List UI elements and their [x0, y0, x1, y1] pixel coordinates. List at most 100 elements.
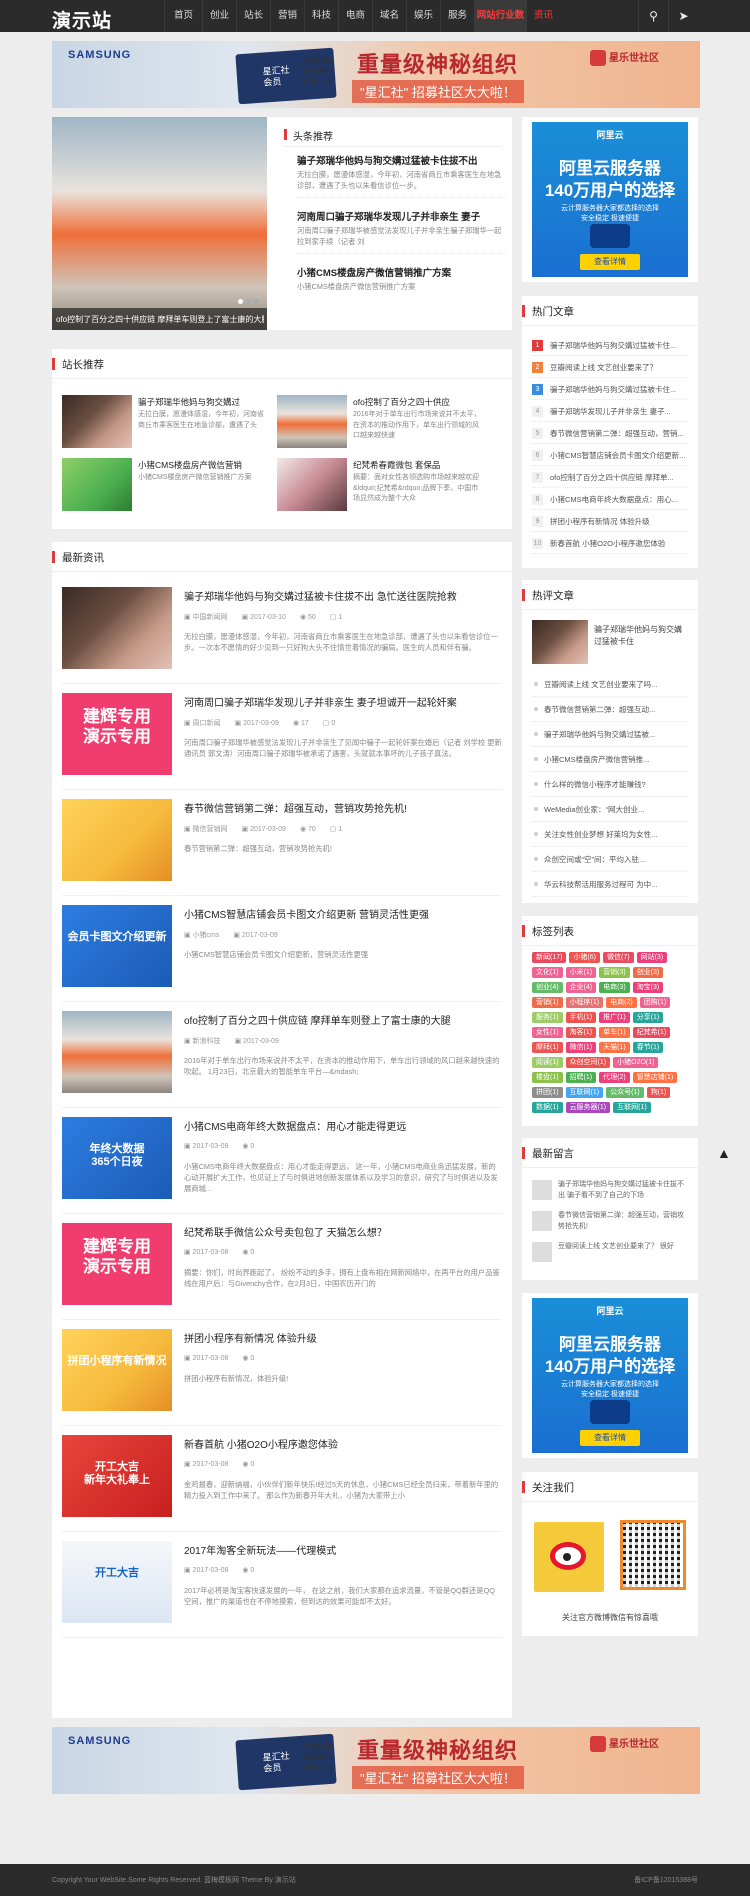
tag[interactable]: 营销(3): [599, 967, 630, 978]
webmaster-thumb[interactable]: [62, 458, 132, 511]
hot-item[interactable]: 7 ofo控制了百分之四十供应链 摩拜单...: [532, 466, 688, 488]
news-title[interactable]: 春节微信营销第二弹：超强互动，营销攻势抢先机!: [184, 800, 502, 815]
tag[interactable]: 代理(2): [599, 1072, 630, 1083]
hot-title[interactable]: 骗子郑瑞华他妈与狗交媾过猛被卡住...: [550, 384, 700, 395]
news-title[interactable]: 新春首航 小猪O2O小程序邀您体验: [184, 1436, 502, 1451]
message-text[interactable]: 豆瓣阅读上线 文艺创业要来了？ 很好: [558, 1241, 688, 1265]
message-text[interactable]: 骗子郑瑞华他妈与狗交媾过猛被卡住拔不出 骗子看不到了自己的下场: [558, 1179, 688, 1203]
tag[interactable]: 服务(1): [532, 1012, 563, 1023]
hot-item[interactable]: 6 小猪CMS智慧店铺会员卡图文介绍更新...: [532, 444, 688, 466]
news-title[interactable]: 纪梵希联手微信公众号卖包包了 天猫怎么想？: [184, 1224, 502, 1239]
hotcomment-item[interactable]: 众创空间或“空”间：平均入驻...: [532, 847, 688, 872]
nav-item[interactable]: 服务: [440, 0, 474, 32]
news-thumb[interactable]: 会员卡图文介绍更新: [62, 905, 172, 987]
hot-title[interactable]: 骗子郑瑞华他妈与狗交媾过猛被卡住...: [550, 340, 700, 351]
news-thumb[interactable]: 年终大数据 365个日夜: [62, 1117, 172, 1199]
tag[interactable]: 智慧店铺(1): [632, 1072, 678, 1083]
tag[interactable]: 摩拜(1): [532, 1042, 563, 1053]
hot-item[interactable]: 1 骗子郑瑞华他妈与狗交媾过猛被卡住...: [532, 334, 688, 356]
hotcomment-item[interactable]: 骗子郑瑞华他妈与狗交媾过猛被...: [532, 722, 688, 747]
tag[interactable]: 小猪(6): [569, 952, 601, 963]
news-thumb[interactable]: 建辉专用 演示专用: [62, 1223, 172, 1305]
webmaster-thumb[interactable]: [62, 395, 132, 448]
hot-item[interactable]: 3 骗子郑瑞华他妈与狗交媾过猛被卡住...: [532, 378, 688, 400]
tag[interactable]: 分享(1): [632, 1012, 664, 1023]
hotcomment-title[interactable]: 小猪CMS楼盘房产微信营销推...: [544, 754, 694, 765]
tag[interactable]: 拼团(1): [532, 1087, 563, 1098]
hot-title[interactable]: 小猪CMS电商年终大数据盘点：用心...: [550, 494, 700, 505]
tag[interactable]: 营销(1): [532, 997, 563, 1008]
hotcomment-item[interactable]: 什么样的微信小程序才能赚钱?: [532, 772, 688, 797]
tag[interactable]: 团购(1): [639, 997, 671, 1008]
site-logo[interactable]: 演示站: [52, 6, 112, 33]
tag[interactable]: 文化(1): [532, 967, 563, 978]
nav-item[interactable]: 资讯: [526, 0, 560, 32]
hotcomment-featured-title[interactable]: 骗子郑瑞华他妈与狗交媾过猛被卡住: [594, 624, 688, 648]
tag[interactable]: 微信(1): [565, 1042, 597, 1053]
news-title[interactable]: ofo控制了百分之四十供应链 摩拜单车则登上了富士康的大腿: [184, 1012, 502, 1027]
tag[interactable]: 淘客(1): [565, 1027, 597, 1038]
news-thumb[interactable]: 开工大吉 新年大礼奉上: [62, 1435, 172, 1517]
hot-item[interactable]: 4 骗子郑瑞华发现儿子并非亲生 妻子...: [532, 400, 688, 422]
news-thumb[interactable]: 拼团小程序有新情况: [62, 1329, 172, 1411]
tag[interactable]: 女性(1): [532, 1027, 563, 1038]
bottom-banner-ad[interactable]: SAMSUNG 星汇社 会员 沟通特权 专享福利 专属活动 重量级神秘组织 "星…: [52, 1727, 700, 1794]
hot-title[interactable]: 春节微信营销第二弹：超强互动，营销...: [550, 428, 700, 439]
news-title[interactable]: 拼团小程序有新情况 体验升级: [184, 1330, 502, 1345]
news-title[interactable]: 骗子郑瑞华他妈与狗交媾过猛被卡住拔不出 急忙送往医院抢救: [184, 588, 502, 603]
hotcomment-thumb[interactable]: [532, 620, 588, 664]
nav-item[interactable]: 娱乐: [406, 0, 440, 32]
headline-title[interactable]: 小猪CMS楼盘房产微信营销推广方案: [297, 265, 505, 279]
webmaster-item-title[interactable]: ofo控制了百分之四十供应: [353, 396, 481, 408]
tag[interactable]: 众创空间(1): [565, 1057, 611, 1068]
headline-title[interactable]: 河南周口骗子郑瑞华发现儿子并非亲生 妻子: [297, 209, 505, 223]
tag[interactable]: 天猫(1): [599, 1042, 630, 1053]
hotcomment-title[interactable]: 豆瓣阅读上线 文艺创业要来了吗...: [544, 679, 694, 690]
slider-dot[interactable]: [238, 299, 243, 304]
footer-icp[interactable]: 备ICP备12015388号: [634, 1875, 698, 1885]
tag[interactable]: 新闻(17): [532, 952, 567, 963]
nav-item[interactable]: 首页: [164, 0, 202, 32]
tag[interactable]: 创业(4): [532, 982, 563, 993]
hotcomment-title[interactable]: WeMedia创业家：“网大创业...: [544, 804, 694, 815]
sidebar-ad-1[interactable]: 阿里云 阿里云服务器 140万用户的选择 云计算服务器大家都选择的选择 安全稳定…: [522, 117, 698, 282]
hotcomment-title[interactable]: 什么样的微信小程序才能赚钱?: [544, 779, 694, 790]
headline-title[interactable]: 骗子郑瑞华他妈与狗交媾过猛被卡住拔不出: [297, 153, 505, 167]
hotcomment-title[interactable]: 骗子郑瑞华他妈与狗交媾过猛被...: [544, 729, 694, 740]
tag[interactable]: 招聘(1): [565, 1072, 597, 1083]
hot-item[interactable]: 5 春节微信营销第二弹：超强互动，营销...: [532, 422, 688, 444]
news-thumb[interactable]: 开工大吉: [62, 1541, 172, 1623]
nav-item[interactable]: 营销: [270, 0, 304, 32]
tag[interactable]: 小米(1): [565, 967, 597, 978]
slider-caption[interactable]: ofo控制了百分之四十供应链 摩拜单车则登上了富士康的大腿: [56, 314, 264, 325]
hotcomment-item[interactable]: 关注女性创业梦想 好莱坞为女性...: [532, 822, 688, 847]
hotcomment-item[interactable]: 春节微信营销第二弹：超强互动...: [532, 697, 688, 722]
weibo-icon[interactable]: [534, 1522, 604, 1592]
hot-item[interactable]: 9 拼团小程序有新情况 体验升级: [532, 510, 688, 532]
hotcomment-item[interactable]: 豆瓣阅读上线 文艺创业要来了吗...: [532, 672, 688, 697]
nav-item[interactable]: 站长: [236, 0, 270, 32]
tag[interactable]: 创业(3): [632, 967, 664, 978]
tag[interactable]: 互联网(1): [613, 1102, 651, 1113]
hot-title[interactable]: 骗子郑瑞华发现儿子并非亲生 妻子...: [550, 406, 700, 417]
top-banner-ad[interactable]: SAMSUNG 星汇社 会员 沟通特权 专享福利 专属活动 重量级神秘组织 "星…: [52, 41, 700, 108]
hotcomment-title[interactable]: 关注女性创业梦想 好莱坞为女性...: [544, 829, 694, 840]
ad-detail-button[interactable]: 查看详情: [580, 254, 640, 270]
message-text[interactable]: 春节微信营销第二弹：超强互动，营销攻势抢先机!: [558, 1210, 688, 1234]
tag[interactable]: 单车(1): [599, 1027, 630, 1038]
nav-item[interactable]: 科技: [304, 0, 338, 32]
tag[interactable]: 互联网(1): [565, 1087, 604, 1098]
hot-item[interactable]: 10 新春首航 小猪O2O小程序邀您体验: [532, 532, 688, 554]
hotcomment-title[interactable]: 春节微信营销第二弹：超强互动...: [544, 704, 694, 715]
slider-dot[interactable]: [254, 299, 259, 304]
tag[interactable]: 电商(2): [606, 997, 637, 1008]
ad-detail-button[interactable]: 查看详情: [580, 1430, 640, 1446]
aliyun-ad[interactable]: 阿里云 阿里云服务器 140万用户的选择 云计算服务器大家都选择的选择 安全稳定…: [532, 122, 688, 277]
tag[interactable]: 阅读(1): [532, 1057, 563, 1068]
tag[interactable]: 手机(1): [565, 1012, 597, 1023]
hot-title[interactable]: 小猪CMS智慧店铺会员卡图文介绍更新...: [550, 450, 700, 461]
hot-item[interactable]: 8 小猪CMS电商年终大数据盘点：用心...: [532, 488, 688, 510]
aliyun-ad-2[interactable]: 阿里云 阿里云服务器 140万用户的选择 云计算服务器大家都选择的选择 安全稳定…: [532, 1298, 688, 1453]
hotcomment-item[interactable]: WeMedia创业家：“网大创业...: [532, 797, 688, 822]
tag[interactable]: 春节(1): [632, 1042, 664, 1053]
